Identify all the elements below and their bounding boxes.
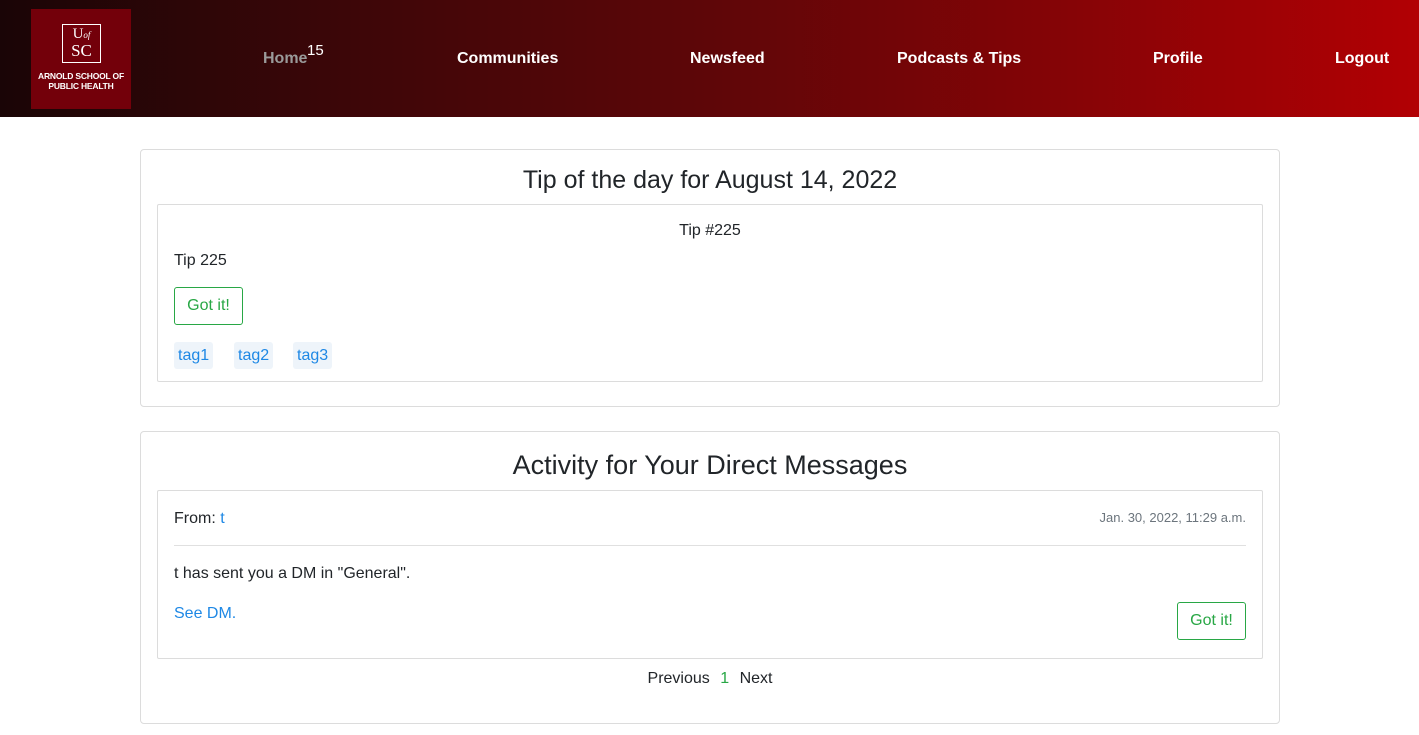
- logo-u: U: [72, 26, 84, 42]
- dm-card-title: Activity for Your Direct Messages: [512, 450, 908, 480]
- logo-line-2: PUBLIC HEALTH: [48, 81, 114, 91]
- dm-item: From: t Jan. 30, 2022, 11:29 a.m. t has …: [157, 490, 1263, 659]
- pagination-current-page[interactable]: 1: [720, 670, 729, 687]
- logo-text: ARNOLD SCHOOL OF PUBLIC HEALTH: [31, 71, 131, 91]
- logo-emblem: Uof SC: [62, 24, 101, 63]
- nav-podcasts-tips[interactable]: Podcasts & Tips: [897, 50, 1021, 68]
- tag-link[interactable]: tag2: [234, 342, 274, 369]
- tip-card-title: Tip of the day for August 14, 2022: [522, 166, 898, 194]
- logo-of: of: [83, 30, 91, 40]
- dm-divider: [174, 545, 1246, 546]
- logo-sc: SC: [71, 41, 92, 60]
- nav-logout[interactable]: Logout: [1335, 50, 1389, 68]
- tip-body: Tip 225: [174, 252, 227, 269]
- dm-sender-link[interactable]: t: [220, 510, 224, 527]
- tip-of-day-card: Tip of the day for August 14, 2022 Tip #…: [140, 149, 1280, 407]
- tag-link[interactable]: tag1: [174, 342, 214, 369]
- dm-message: t has sent you a DM in "General".: [174, 565, 411, 582]
- pagination-previous[interactable]: Previous: [648, 670, 710, 687]
- pagination: Previous 1 Next: [141, 670, 1279, 688]
- home-notification-count: 15: [307, 42, 324, 59]
- see-dm-link[interactable]: See DM.: [174, 605, 236, 623]
- logo-line-1: ARNOLD SCHOOL OF: [38, 71, 124, 81]
- dm-activity-card: Activity for Your Direct Messages From: …: [140, 431, 1280, 724]
- dm-got-it-button[interactable]: Got it!: [1177, 602, 1246, 640]
- tip-got-it-button[interactable]: Got it!: [174, 287, 243, 325]
- tip-number: Tip #225: [679, 222, 741, 239]
- dm-from-label: From:: [174, 510, 216, 527]
- tag-link[interactable]: tag3: [293, 342, 333, 369]
- dm-from: From: t: [174, 510, 225, 528]
- dm-timestamp: Jan. 30, 2022, 11:29 a.m.: [1099, 510, 1246, 525]
- pagination-next[interactable]: Next: [740, 670, 773, 687]
- nav-home[interactable]: Home: [263, 50, 307, 68]
- school-logo[interactable]: Uof SC ARNOLD SCHOOL OF PUBLIC HEALTH: [31, 9, 131, 109]
- nav-communities[interactable]: Communities: [457, 50, 558, 68]
- top-navbar: Uof SC ARNOLD SCHOOL OF PUBLIC HEALTH Ho…: [0, 0, 1419, 117]
- nav-profile[interactable]: Profile: [1153, 50, 1203, 68]
- tip-panel: Tip #225 Tip 225 Got it! tag1 tag2 tag3: [157, 204, 1263, 382]
- nav-newsfeed[interactable]: Newsfeed: [690, 50, 765, 68]
